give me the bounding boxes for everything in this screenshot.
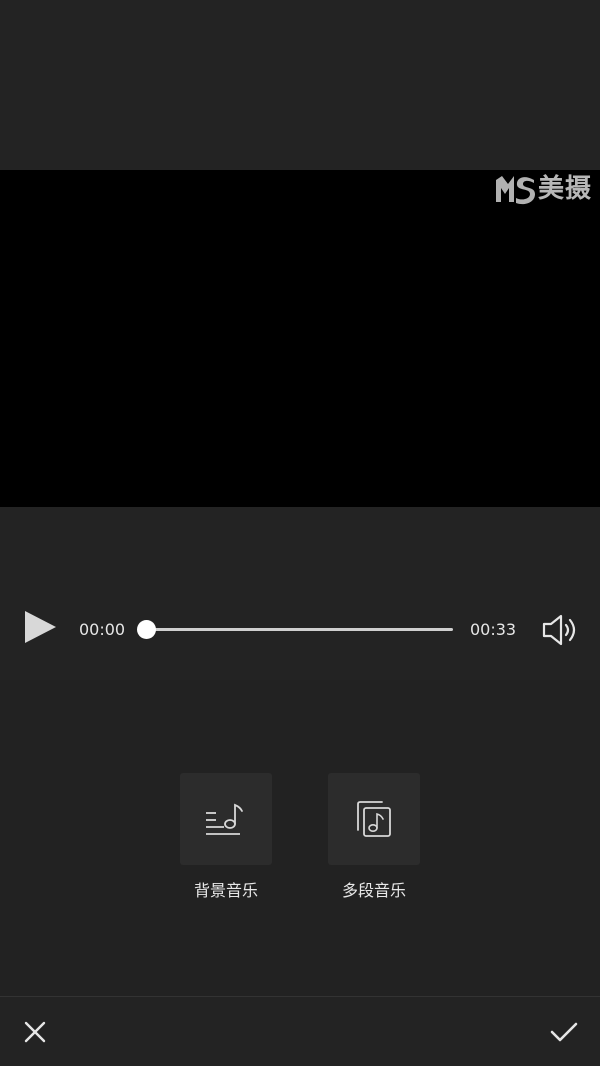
confirm-button[interactable] <box>548 1017 580 1047</box>
watermark-text: 美摄 <box>537 174 592 204</box>
close-icon <box>24 1021 46 1043</box>
background-music-icon <box>206 803 243 835</box>
bottom-bar <box>0 997 600 1066</box>
volume-button[interactable] <box>540 612 582 648</box>
music-options-panel: 背景音乐 多段音乐 <box>0 680 600 996</box>
cancel-button[interactable] <box>20 1017 50 1047</box>
player-controls: 00:00 00:33 <box>0 507 600 680</box>
multi-segment-music-label: 多段音乐 <box>341 881 406 900</box>
play-icon <box>25 611 56 643</box>
ms-logo-icon <box>495 176 535 205</box>
multi-segment-music-icon <box>357 801 391 837</box>
multi-segment-music-tile[interactable] <box>328 773 420 865</box>
video-preview[interactable]: 美摄 <box>0 170 600 507</box>
progress-track[interactable] <box>146 628 453 631</box>
check-icon <box>550 1022 578 1042</box>
play-button[interactable] <box>20 607 60 647</box>
background-music-tile[interactable] <box>180 773 272 865</box>
background-music-label: 背景音乐 <box>193 881 258 900</box>
total-time: 00:33 <box>470 620 517 639</box>
top-empty-area <box>0 0 600 170</box>
current-time: 00:00 <box>79 620 126 639</box>
volume-icon <box>542 614 576 646</box>
progress-knob[interactable] <box>136 620 156 639</box>
background-music-option[interactable]: 背景音乐 <box>180 773 272 901</box>
multi-segment-music-option[interactable]: 多段音乐 <box>328 773 420 901</box>
watermark: 美摄 <box>494 172 592 206</box>
